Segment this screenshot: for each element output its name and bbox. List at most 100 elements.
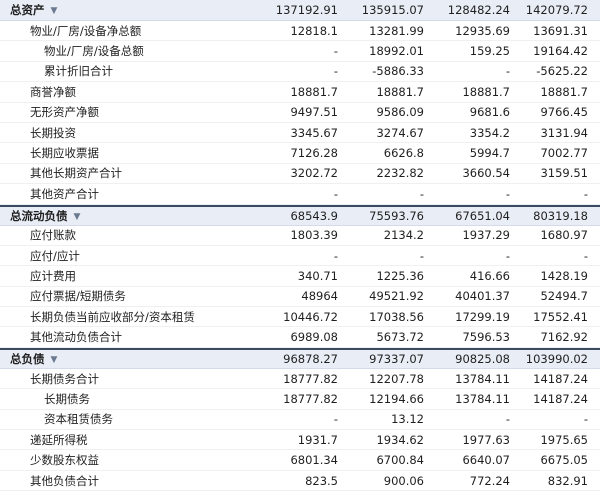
value-cell: 48964	[301, 289, 338, 304]
value-cell: 67651.04	[455, 208, 510, 223]
table-row: 物业/厂房/设备净总额 12818.1 13281.99 12935.69 13691.…	[0, 21, 600, 42]
row-label: 总资产 ▼	[0, 2, 256, 18]
value-cell: 14187.24	[533, 371, 588, 386]
table-row: 其他资产合计 - - - -	[0, 184, 600, 205]
value-cell: 10446.72	[283, 309, 338, 324]
value-cell: 12194.66	[369, 391, 424, 406]
value-cell: 12818.1	[290, 23, 338, 38]
value-cell: 12935.69	[455, 23, 510, 38]
value-cell: 1977.63	[462, 432, 510, 447]
value-cell: 142079.72	[525, 3, 588, 17]
value-cell: -	[333, 412, 338, 427]
value-cell: -	[419, 186, 424, 201]
value-cell: -	[505, 412, 510, 427]
value-cell: 3159.51	[540, 166, 588, 181]
value-cell: 13.12	[391, 412, 424, 427]
value-cell: 97337.07	[369, 351, 424, 366]
row-label: 总流动负债 ▼	[0, 208, 256, 224]
row-label: 总负债 ▼	[0, 351, 256, 367]
row-label: 无形资产净额	[0, 104, 256, 120]
table-row: 其他流动负债合计 6989.08 5673.72 7596.53 7162.92	[0, 327, 600, 348]
section-header-row[interactable]: 总资产 ▼ 137192.91 135915.07 128482.24 142079.72	[0, 0, 600, 21]
value-cell: 9497.51	[290, 105, 338, 120]
value-cell: 6801.34	[290, 453, 338, 468]
value-cell: 6989.08	[290, 330, 338, 345]
table-row: 应付/应计 - - - -	[0, 246, 600, 267]
row-label: 其他负债合计	[0, 473, 256, 489]
section-header-row[interactable]: 总负债 ▼ 96878.27 97337.07 90825.08 103990.02	[0, 347, 600, 369]
value-cell: 18881.7	[376, 84, 424, 99]
chevron-down-icon[interactable]: ▼	[51, 6, 58, 16]
row-label-text: 应付/应计	[30, 248, 80, 263]
value-cell: -	[583, 186, 588, 201]
value-cell: 17552.41	[533, 309, 588, 324]
value-cell: 5994.7	[469, 146, 510, 161]
value-cell: 6626.8	[383, 146, 424, 161]
row-label: 其他资产合计	[0, 186, 256, 202]
row-label-text: 总流动负债	[10, 208, 68, 223]
row-label-text: 长期应收票据	[30, 146, 99, 161]
row-label: 资本租赁债务	[0, 411, 256, 427]
value-cell: 14187.24	[533, 391, 588, 406]
row-label: 少数股东权益	[0, 452, 256, 468]
value-cell: 2134.2	[383, 228, 424, 243]
row-label-text: 累计折旧合计	[44, 64, 113, 79]
value-cell: 75593.76	[369, 208, 424, 223]
row-label: 累计折旧合计	[0, 63, 256, 79]
value-cell: 135915.07	[361, 3, 424, 17]
value-cell: 13784.11	[455, 371, 510, 386]
value-cell: 7162.92	[540, 330, 588, 345]
row-label-text: 应付账款	[30, 228, 76, 243]
value-cell: 772.24	[469, 473, 510, 488]
value-cell: 7126.28	[290, 146, 338, 161]
value-cell: 3660.54	[462, 166, 510, 181]
row-label-text: 总资产	[10, 3, 45, 17]
value-cell: 1803.39	[290, 228, 338, 243]
value-cell: 159.25	[469, 44, 510, 59]
table-row: 长期负债当前应收部分/资本租赁 10446.72 17038.56 17299.19 1…	[0, 307, 600, 328]
value-cell: 13281.99	[369, 23, 424, 38]
row-label-text: 应计费用	[30, 268, 76, 283]
value-cell: -	[333, 186, 338, 201]
row-label-text: 物业/厂房/设备总额	[44, 44, 144, 59]
row-label: 应付账款	[0, 227, 256, 243]
row-label: 物业/厂房/设备净总额	[0, 23, 256, 39]
table-row: 长期债务合计 18777.82 12207.78 13784.11 14187.24	[0, 369, 600, 390]
value-cell: 1931.7	[297, 432, 338, 447]
value-cell: -	[333, 44, 338, 59]
row-label-text: 长期债务	[44, 391, 90, 406]
row-label-text: 资本租赁债务	[44, 412, 113, 427]
value-cell: 18992.01	[369, 44, 424, 59]
row-label: 递延所得税	[0, 432, 256, 448]
row-label: 长期应收票据	[0, 145, 256, 161]
value-cell: 17299.19	[455, 309, 510, 324]
value-cell: 7002.77	[540, 146, 588, 161]
value-cell: 9766.45	[540, 105, 588, 120]
table-row: 应计费用 340.71 1225.36 416.66 1428.19	[0, 266, 600, 287]
row-label: 商誉净额	[0, 84, 256, 100]
chevron-down-icon[interactable]: ▼	[74, 212, 81, 222]
table-row: 长期应收票据 7126.28 6626.8 5994.7 7002.77	[0, 143, 600, 164]
chevron-down-icon[interactable]: ▼	[51, 355, 58, 365]
value-cell: 900.06	[383, 473, 424, 488]
value-cell: 96878.27	[283, 351, 338, 366]
value-cell: 17038.56	[369, 309, 424, 324]
value-cell: 3354.2	[469, 125, 510, 140]
value-cell: -	[419, 248, 424, 263]
value-cell: 1428.19	[540, 268, 588, 283]
value-cell: 9586.09	[376, 105, 424, 120]
value-cell: 18777.82	[283, 391, 338, 406]
row-label-text: 其他资产合计	[30, 186, 99, 201]
value-cell: 137192.91	[275, 3, 338, 17]
value-cell: 832.91	[547, 473, 588, 488]
value-cell: 52494.7	[540, 289, 588, 304]
value-cell: 40401.37	[455, 289, 510, 304]
section-header-row[interactable]: 总流动负债 ▼ 68543.9 75593.76 67651.04 80319.18	[0, 204, 600, 226]
row-label-text: 少数股东权益	[30, 453, 99, 468]
table-row: 物业/厂房/设备总额 - 18992.01 159.25 19164.42	[0, 41, 600, 62]
value-cell: 1680.97	[540, 228, 588, 243]
value-cell: -	[583, 412, 588, 427]
row-label-text: 物业/厂房/设备净总额	[30, 23, 142, 38]
value-cell: 19164.42	[533, 44, 588, 59]
row-label-text: 总负债	[10, 351, 45, 366]
